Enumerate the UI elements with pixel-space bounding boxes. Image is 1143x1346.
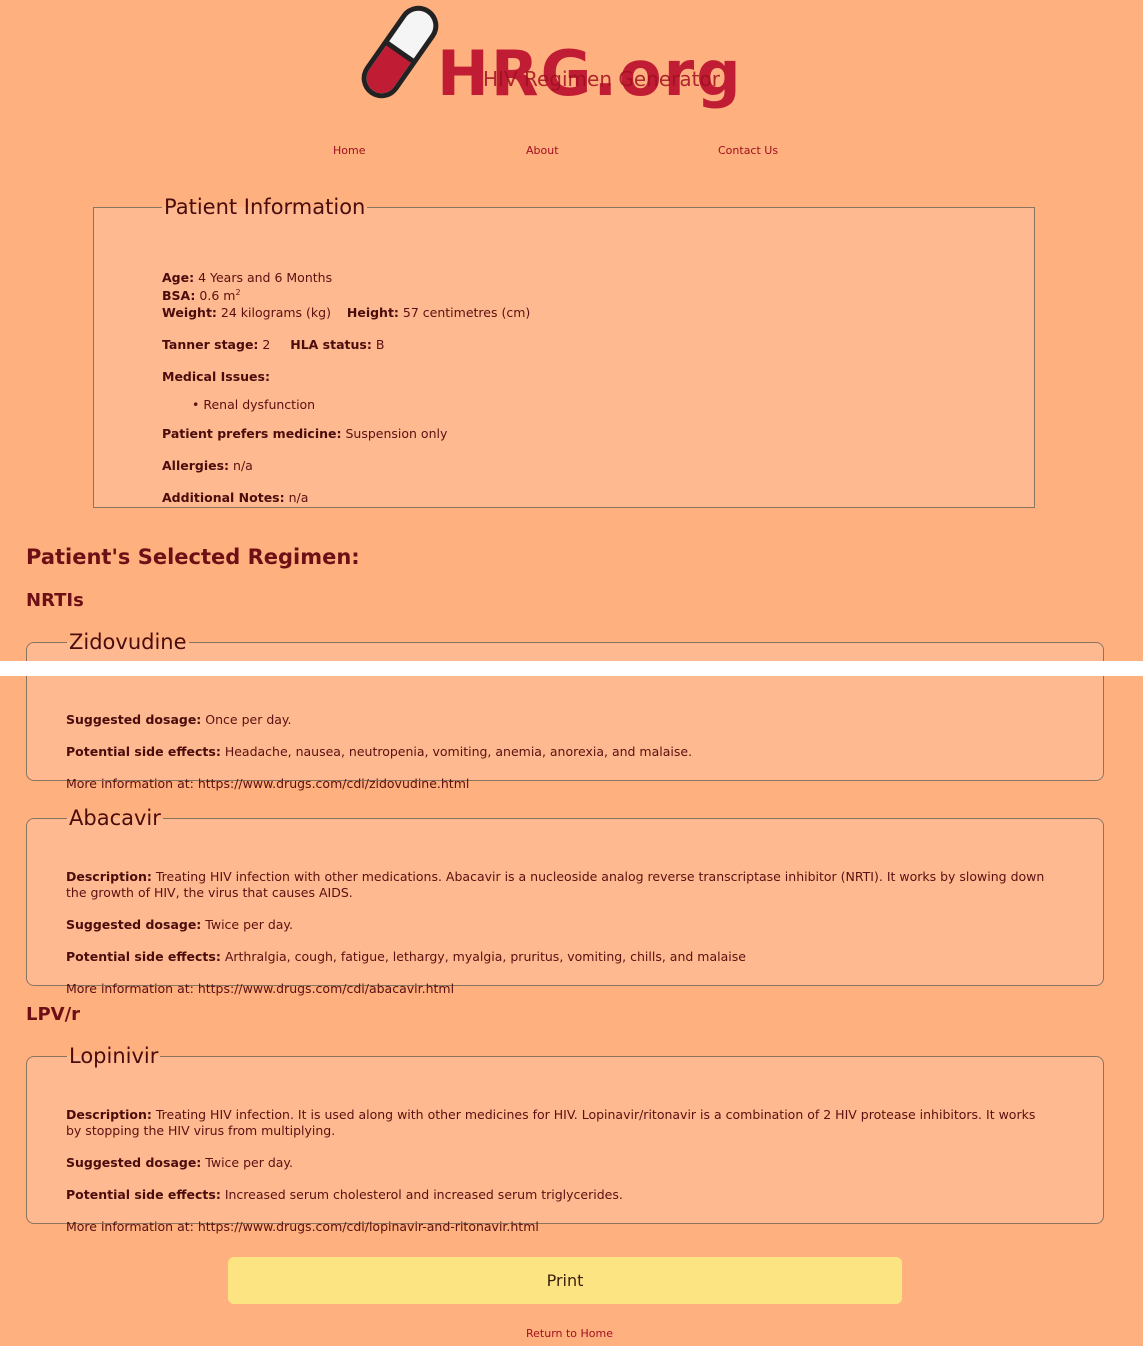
more-info-link[interactable]: More information at: https://www.drugs.c… (66, 1219, 1053, 1235)
bsa-row: BSA: 0.6 m2 (162, 288, 241, 303)
allergies-row: Allergies: n/a (162, 458, 253, 473)
prefers-row: Patient prefers medicine: Suspension onl… (162, 426, 447, 441)
drug-card-abacavir: Abacavir Description: Treating HIV infec… (26, 806, 1104, 996)
side-effects-row: Potential side effects: Arthralgia, coug… (66, 949, 1053, 965)
notes-row: Additional Notes: n/a (162, 490, 308, 505)
bullet-icon: • (192, 397, 200, 412)
bsa-label: BSA: (162, 288, 196, 304)
medical-issues-row: Medical Issues: (162, 369, 270, 384)
drug-card-lopinivir: Lopinivir Description: Treating HIV infe… (26, 1044, 1104, 1234)
description-value: Treating HIV infection with other medica… (66, 869, 1045, 900)
side-effects-value: Increased serum cholesterol and increase… (224, 1187, 623, 1202)
weight-value: 24 kilograms (kg) (220, 305, 331, 320)
medical-issues-label: Medical Issues: (162, 369, 270, 384)
height-label: Height: (346, 305, 399, 320)
weight-label: Weight: (162, 305, 217, 320)
dosage-label: Suggested dosage: (66, 712, 202, 727)
age-row: Age: 4 Years and 6 Months (162, 270, 332, 285)
side-effects-label: Potential side effects: (66, 1187, 221, 1202)
side-effects-label: Potential side effects: (66, 744, 221, 759)
description-label: Description: (66, 869, 152, 884)
weight-height-row: Weight: 24 kilograms (kg) Height: 57 cen… (162, 305, 530, 320)
medical-issue-text: Renal dysfunction (203, 397, 316, 412)
more-info-link[interactable]: More information at: https://www.drugs.c… (66, 776, 1053, 792)
side-effects-value: Arthralgia, cough, fatigue, lethargy, my… (224, 949, 746, 964)
drug-name: Abacavir (69, 806, 161, 830)
print-button[interactable]: Print (228, 1257, 902, 1304)
logo-sub-text: HIV Regimen Generator (483, 67, 721, 91)
hla-label: HLA status: (290, 337, 372, 352)
dosage-value: Twice per day. (205, 917, 294, 932)
age-value: 4 Years and 6 Months (198, 270, 333, 285)
tanner-value: 2 (262, 337, 271, 352)
site-logo[interactable]: HRG.org HIV Regimen Generator (355, 0, 775, 112)
dosage-value: Once per day. (205, 712, 292, 727)
bsa-unit-superscript: 2 (235, 288, 241, 297)
tanner-label: Tanner stage: (162, 337, 259, 352)
drug-name: Lopinivir (69, 1044, 159, 1068)
side-effects-label: Potential side effects: (66, 949, 221, 964)
side-effects-row: Potential side effects: Increased serum … (66, 1187, 1053, 1203)
dosage-value: Twice per day. (205, 1155, 294, 1170)
tanner-hla-row: Tanner stage: 2 HLA status: B (162, 337, 384, 352)
age-label: Age: (162, 270, 195, 285)
dosage-row: Suggested dosage: Once per day. (66, 712, 1053, 728)
bsa-value: 0.6 m (199, 288, 236, 304)
pill-logo-icon: HRG.org HIV Regimen Generator (361, 5, 741, 110)
side-effects-value: Headache, nausea, neutropenia, vomiting,… (224, 744, 693, 759)
render-artifact-band (0, 661, 1143, 676)
allergies-value: n/a (233, 458, 253, 473)
group-heading-lpv-r: LPV/r (26, 1004, 81, 1025)
dosage-label: Suggested dosage: (66, 1155, 202, 1170)
drug-card-zidovudine: Zidovudine Suggested dosage: Once per da… (26, 630, 1104, 791)
more-info-link[interactable]: More information at: https://www.drugs.c… (66, 981, 1053, 997)
medical-issue-item: • Renal dysfunction (192, 397, 315, 412)
regimen-title: Patient's Selected Regimen: (26, 545, 360, 569)
dosage-row: Suggested dosage: Twice per day. (66, 917, 1053, 933)
nav-about-link[interactable]: About (526, 144, 559, 157)
allergies-label: Allergies: (162, 458, 230, 473)
return-home-link[interactable]: Return to Home (526, 1327, 613, 1340)
prefers-value: Suspension only (345, 426, 448, 441)
prefers-label: Patient prefers medicine: (162, 426, 342, 441)
patient-information-panel: Patient Information Age: 4 Years and 6 M… (93, 195, 1035, 508)
patient-information-legend: Patient Information (164, 195, 366, 219)
notes-label: Additional Notes: (162, 490, 285, 505)
description-row: Description: Treating HIV infection with… (66, 869, 1053, 901)
description-value: Treating HIV infection. It is used along… (66, 1107, 1036, 1138)
dosage-label: Suggested dosage: (66, 917, 202, 932)
notes-value: n/a (288, 490, 309, 505)
description-label: Description: (66, 1107, 152, 1122)
drug-name: Zidovudine (69, 630, 187, 654)
dosage-row: Suggested dosage: Twice per day. (66, 1155, 1053, 1171)
nav-contact-link[interactable]: Contact Us (718, 144, 778, 157)
description-row: Description: Treating HIV infection. It … (66, 1107, 1053, 1139)
group-heading-nrtis: NRTIs (26, 590, 84, 611)
hla-value: B (375, 337, 385, 352)
height-value: 57 centimetres (cm) (402, 305, 531, 320)
nav-home-link[interactable]: Home (333, 144, 365, 157)
side-effects-row: Potential side effects: Headache, nausea… (66, 744, 1053, 760)
